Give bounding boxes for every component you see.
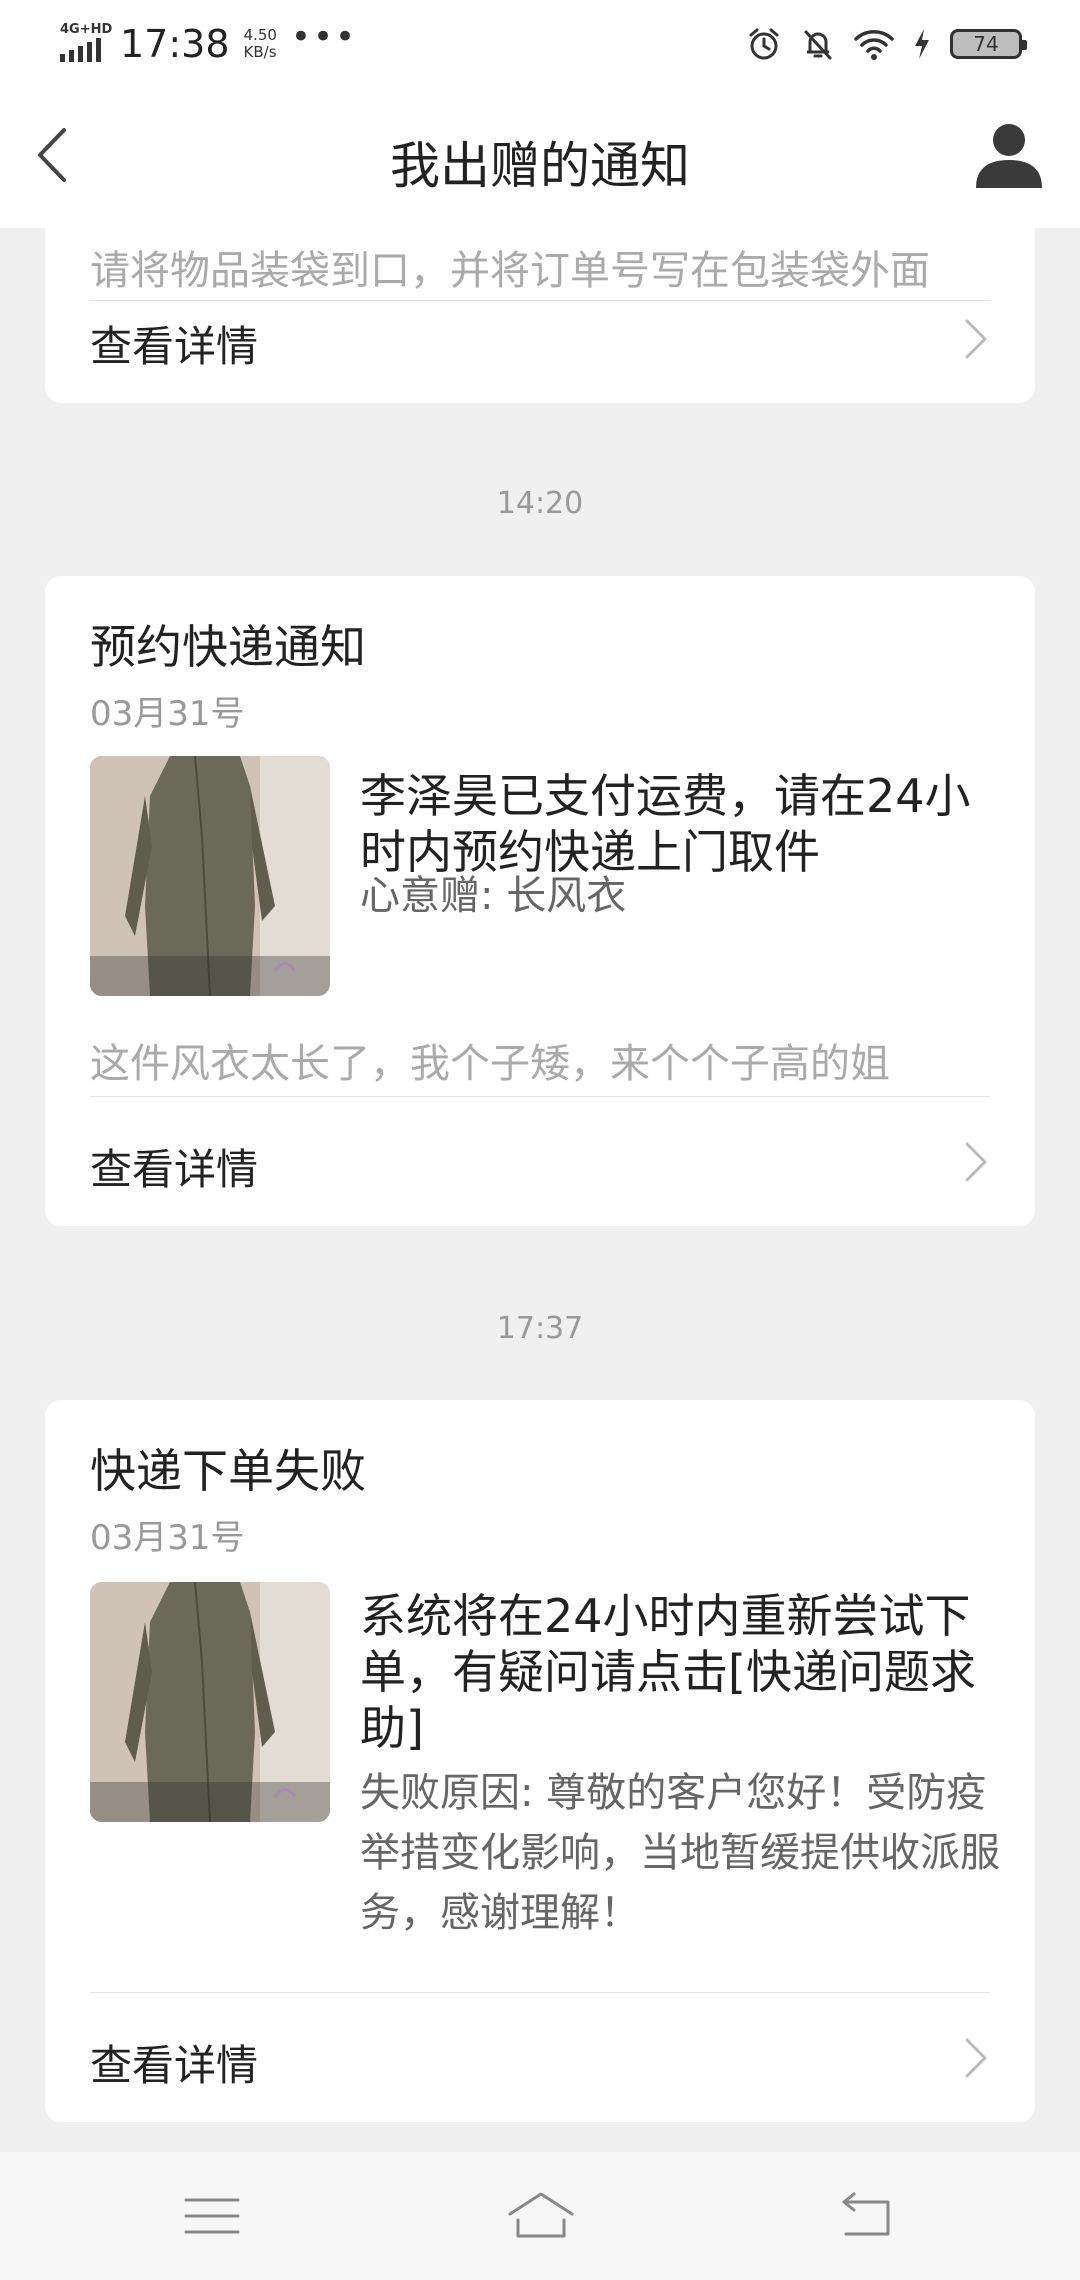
notification-preview: 这件风衣太长了，我个子矮，来个个子高的姐 <box>90 1041 890 1087</box>
alarm-icon <box>749 28 779 60</box>
chevron-right-icon <box>965 1142 987 1182</box>
item-thumbnail[interactable] <box>90 1582 330 1822</box>
coat-image <box>90 756 330 996</box>
notification-title: 预约快递通知 <box>90 620 366 674</box>
view-details-label: 查看详情 <box>90 1145 259 1194</box>
item-thumbnail[interactable] <box>90 756 330 996</box>
more-notifications-icon: ••• <box>290 17 358 57</box>
coat-image <box>90 1582 330 1822</box>
notification-description: 系统将在24小时内重新尝试下单，有疑问请点击[快递问题求助] <box>360 1589 976 1755</box>
notification-card: 快递下单失败 03月31号 系统将在24小时内重新尝试下单，有疑问请点击[快递问… <box>45 1400 1035 2122</box>
menu-icon[interactable] <box>180 2186 244 2246</box>
system-nav-bar <box>0 2152 1080 2280</box>
back-nav-icon[interactable] <box>836 2186 900 2246</box>
network-speed-unit: KB/s <box>243 43 277 61</box>
view-details-row[interactable]: 查看详情 <box>45 273 1035 403</box>
view-details-label: 查看详情 <box>90 322 259 371</box>
notification-date: 03月31号 <box>90 694 245 734</box>
charging-icon <box>915 29 929 59</box>
view-details-row[interactable]: 查看详情 <box>45 1992 1035 2122</box>
notification-card: 预约快递通知 03月31号 李泽昊已支付运费，请在24小时内预约快递上门取件 心… <box>45 576 1035 1226</box>
notification-card-partial: 请将物品装袋到口，并将订单号写在包装袋外面 查看详情 <box>45 228 1035 403</box>
view-details-row[interactable]: 查看详情 <box>45 1096 1035 1226</box>
status-left: 4G+HD 17:38 4.50 KB/s ••• <box>58 17 357 66</box>
wifi-icon <box>854 30 894 60</box>
notification-description: 李泽昊已支付运费，请在24小时内预约快递上门取件 <box>360 769 971 879</box>
page-title: 我出赠的通知 <box>390 137 690 195</box>
status-time: 17:38 <box>120 22 230 66</box>
notification-item-name: 心意赠: 长风衣 <box>360 873 627 919</box>
status-bar: 4G+HD 17:38 4.50 KB/s ••• 74 <box>0 0 1080 88</box>
battery-indicator: 74 <box>950 29 1027 59</box>
notification-list[interactable]: 请将物品装袋到口，并将订单号写在包装袋外面 查看详情 14:20 预约快递通知 … <box>0 228 1080 2152</box>
notification-failure-reason: 失败原因: 尊敬的客户您好！受防疫举措变化影响，当地暂缓提供收派服务，感谢理解！ <box>360 1770 1000 1936</box>
status-right: 74 <box>746 26 1027 62</box>
network-type: 4G+HD <box>60 22 113 37</box>
signal-icon: 4G+HD <box>58 22 112 66</box>
network-speed: 4.50 KB/s <box>244 27 277 61</box>
notification-date: 03月31号 <box>90 1518 245 1558</box>
nav-bar: 我出赠的通知 <box>0 88 1080 228</box>
chevron-right-icon <box>965 2038 987 2078</box>
chevron-right-icon <box>965 319 987 359</box>
network-speed-value: 4.50 <box>243 26 277 44</box>
mute-icon <box>804 30 832 60</box>
view-details-label: 查看详情 <box>90 2041 259 2090</box>
user-profile-icon[interactable] <box>972 116 1046 190</box>
time-separator: 14:20 <box>496 486 584 521</box>
home-icon[interactable] <box>504 2186 578 2246</box>
app-root: 4G+HD 17:38 4.50 KB/s ••• 74 我出赠的通知 请将物品… <box>0 0 1080 2280</box>
notification-title: 快递下单失败 <box>90 1444 366 1498</box>
time-separator: 17:37 <box>496 1311 584 1346</box>
